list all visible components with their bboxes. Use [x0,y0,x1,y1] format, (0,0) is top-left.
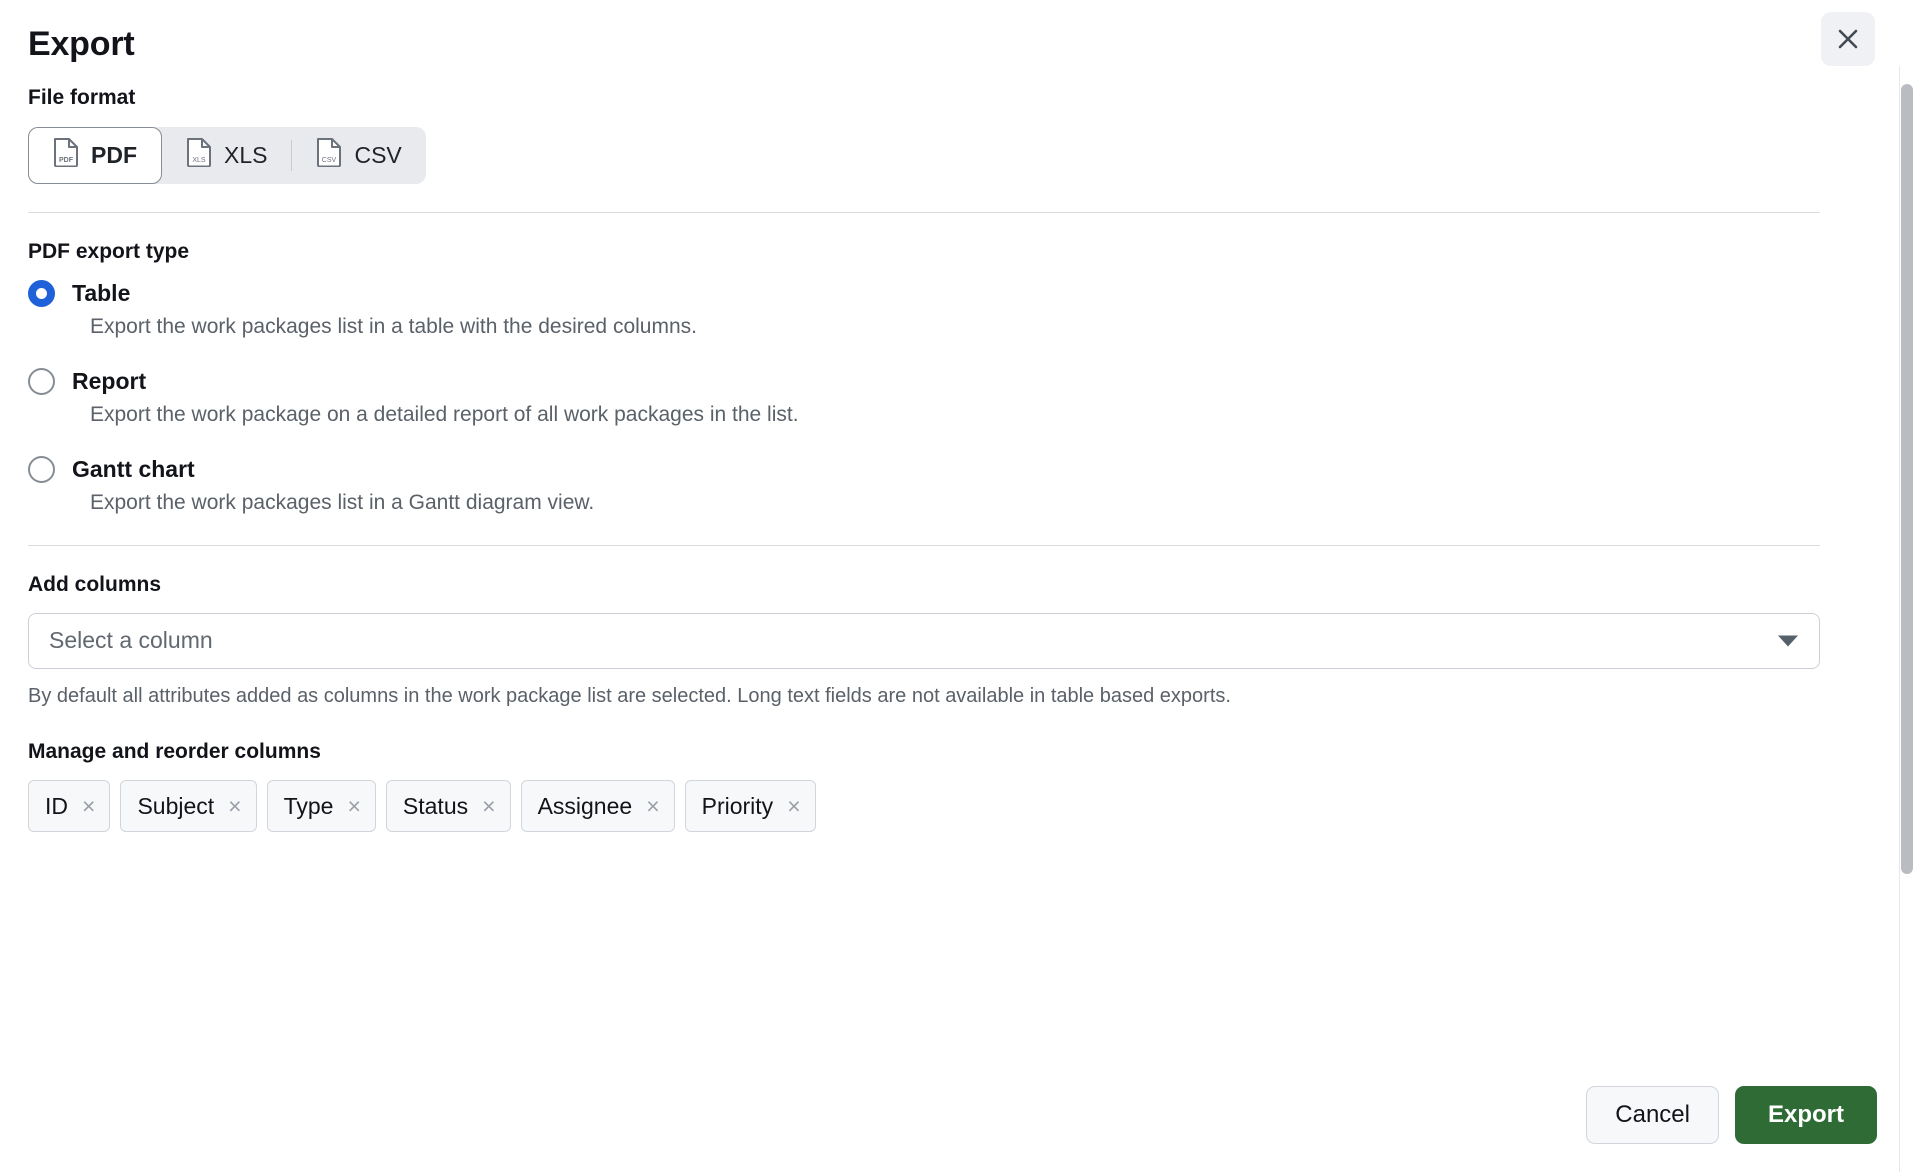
column-chip-priority-label: Priority [702,793,774,820]
remove-icon[interactable]: × [787,795,800,818]
column-chip-priority[interactable]: Priority × [685,780,816,832]
svg-text:PDF: PDF [59,157,74,164]
export-type-option-report-label: Report [72,368,146,395]
column-chip-status-label: Status [403,793,468,820]
radio-gantt-chart[interactable] [28,456,55,483]
remove-icon[interactable]: × [347,795,360,818]
svg-text:CSV: CSV [322,157,337,164]
export-type-option-report-description: Export the work package on a detailed re… [90,401,1850,428]
radio-report[interactable] [28,368,55,395]
add-columns-help-text: By default all attributes added as colum… [28,683,1850,709]
radio-table[interactable] [28,280,55,307]
column-chip-type-label: Type [284,793,334,820]
export-type-option-table-label: Table [72,280,130,307]
column-chip-subject[interactable]: Subject × [120,780,256,832]
dialog-content: Export File format PDF PDF [0,0,1880,1172]
pdf-file-icon: PDF [53,137,79,173]
file-format-option-csv-label: CSV [354,142,401,169]
file-format-option-xls[interactable]: XLS XLS [162,127,291,184]
svg-text:XLS: XLS [192,157,206,164]
file-format-segmented-control: PDF PDF XLS XLS [28,127,426,184]
csv-file-icon: CSV [316,137,342,173]
file-format-option-pdf[interactable]: PDF PDF [28,127,162,184]
remove-icon[interactable]: × [482,795,495,818]
export-type-option-report[interactable]: Report [28,368,1850,395]
export-type-label: PDF export type [28,239,1850,264]
scrollbar-thumb[interactable] [1901,84,1913,874]
file-format-option-pdf-label: PDF [91,142,137,169]
add-columns-select[interactable]: Select a column [28,613,1820,669]
export-type-option-gantt-label: Gantt chart [72,456,195,483]
add-columns-label: Add columns [28,572,1850,597]
column-chip-status[interactable]: Status × [386,780,511,832]
add-columns-placeholder: Select a column [49,627,213,654]
column-chip-assignee-label: Assignee [538,793,633,820]
dialog-footer: Cancel Export [1586,1086,1877,1144]
page-title: Export [28,26,1850,63]
manage-columns-label: Manage and reorder columns [28,739,1850,764]
remove-icon[interactable]: × [82,795,95,818]
export-type-option-gantt-description: Export the work packages list in a Gantt… [90,489,1850,516]
export-type-option-table[interactable]: Table [28,280,1850,307]
column-chip-assignee[interactable]: Assignee × [521,780,675,832]
xls-file-icon: XLS [186,137,212,173]
add-columns-select-wrapper: Select a column [28,613,1820,669]
divider-bottom [28,545,1820,546]
column-chip-id-label: ID [45,793,68,820]
remove-icon[interactable]: × [228,795,241,818]
export-button[interactable]: Export [1735,1086,1877,1144]
column-chips-list: ID × Subject × Type × Status × Assignee … [28,780,1850,832]
remove-icon[interactable]: × [646,795,659,818]
column-chip-type[interactable]: Type × [267,780,376,832]
file-format-option-xls-label: XLS [224,142,267,169]
column-chip-id[interactable]: ID × [28,780,110,832]
file-format-label: File format [28,85,1850,110]
export-type-option-table-description: Export the work packages list in a table… [90,313,1850,340]
divider-top [28,212,1820,213]
export-type-option-gantt[interactable]: Gantt chart [28,456,1850,483]
column-chip-subject-label: Subject [137,793,214,820]
export-dialog: Export File format PDF PDF [0,0,1915,1172]
export-type-radio-group: Table Export the work packages list in a… [28,280,1850,517]
cancel-button[interactable]: Cancel [1586,1086,1719,1144]
file-format-option-csv[interactable]: CSV CSV [292,127,425,184]
